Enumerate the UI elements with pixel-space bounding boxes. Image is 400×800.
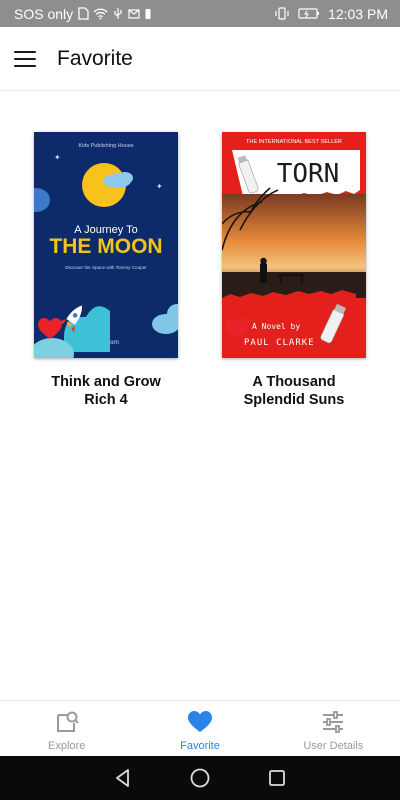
status-right: 12:03 PM [274, 6, 388, 22]
wifi-icon [93, 8, 108, 20]
book-title[interactable]: A Thousand Splendid Suns [219, 373, 369, 409]
bottom-navigation: Explore Favorite User Details [0, 700, 400, 756]
favorite-heart-icon[interactable] [38, 318, 62, 340]
cover-banner: THE INTERNATIONAL BEST SELLER [246, 139, 342, 145]
system-navigation-bar [0, 756, 400, 800]
book-card[interactable]: THE INTERNATIONAL BEST SELLER TORN A Nov… [219, 132, 369, 409]
nav-item-favorite[interactable]: Favorite [133, 701, 266, 756]
status-left: SOS only [14, 6, 274, 22]
favorite-heart-icon[interactable] [226, 318, 250, 340]
carrier-text: SOS only [14, 5, 74, 22]
page-title: Favorite [57, 46, 133, 70]
usb-icon [114, 8, 122, 19]
notification-icon [145, 9, 151, 19]
cover-tagline: Discover the Space with Tommy Cooper [65, 265, 147, 270]
star-glyph: ✦ [54, 153, 61, 162]
menu-line [14, 50, 36, 53]
sim-icon [78, 7, 89, 20]
favorites-grid: Kids Publishing House ✦ ✦ A Journey To T… [0, 92, 400, 700]
mail-icon [128, 9, 140, 19]
sliders-icon [323, 711, 344, 733]
menu-line [14, 57, 36, 60]
cover-publisher: Kids Publishing House [78, 143, 133, 149]
menu-line [14, 64, 36, 67]
nav-label-explore: Explore [48, 740, 86, 752]
cover-author: PAUL CLARKE [244, 338, 315, 348]
heart-icon [187, 711, 212, 732]
app-bar: Favorite [0, 27, 400, 91]
nav-item-user-details[interactable]: User Details [267, 701, 400, 756]
book-title[interactable]: Think and Grow Rich 4 [31, 373, 181, 409]
back-icon[interactable] [112, 767, 134, 789]
nav-item-explore[interactable]: Explore [0, 701, 133, 756]
star-glyph: ✦ [156, 182, 163, 191]
status-bar: SOS only 12:03 PM [0, 0, 400, 27]
battery-icon [298, 8, 320, 19]
cover-headline: TORN [277, 159, 340, 189]
menu-icon[interactable] [14, 50, 36, 67]
recents-icon[interactable] [266, 767, 288, 789]
cover-line2: THE MOON [49, 235, 162, 258]
nav-label-user-details: User Details [303, 740, 364, 752]
cover-subline: A Novel by [252, 322, 300, 331]
book-card[interactable]: Kids Publishing House ✦ ✦ A Journey To T… [31, 132, 181, 409]
nav-label-favorite: Favorite [180, 740, 220, 752]
home-icon[interactable] [189, 767, 211, 789]
book-cover-image[interactable]: THE INTERNATIONAL BEST SELLER TORN A Nov… [222, 132, 366, 358]
book-cover-image[interactable]: Kids Publishing House ✦ ✦ A Journey To T… [34, 132, 178, 358]
explore-icon [56, 711, 79, 732]
vibrate-icon [275, 7, 289, 20]
clock-text: 12:03 PM [328, 5, 388, 22]
